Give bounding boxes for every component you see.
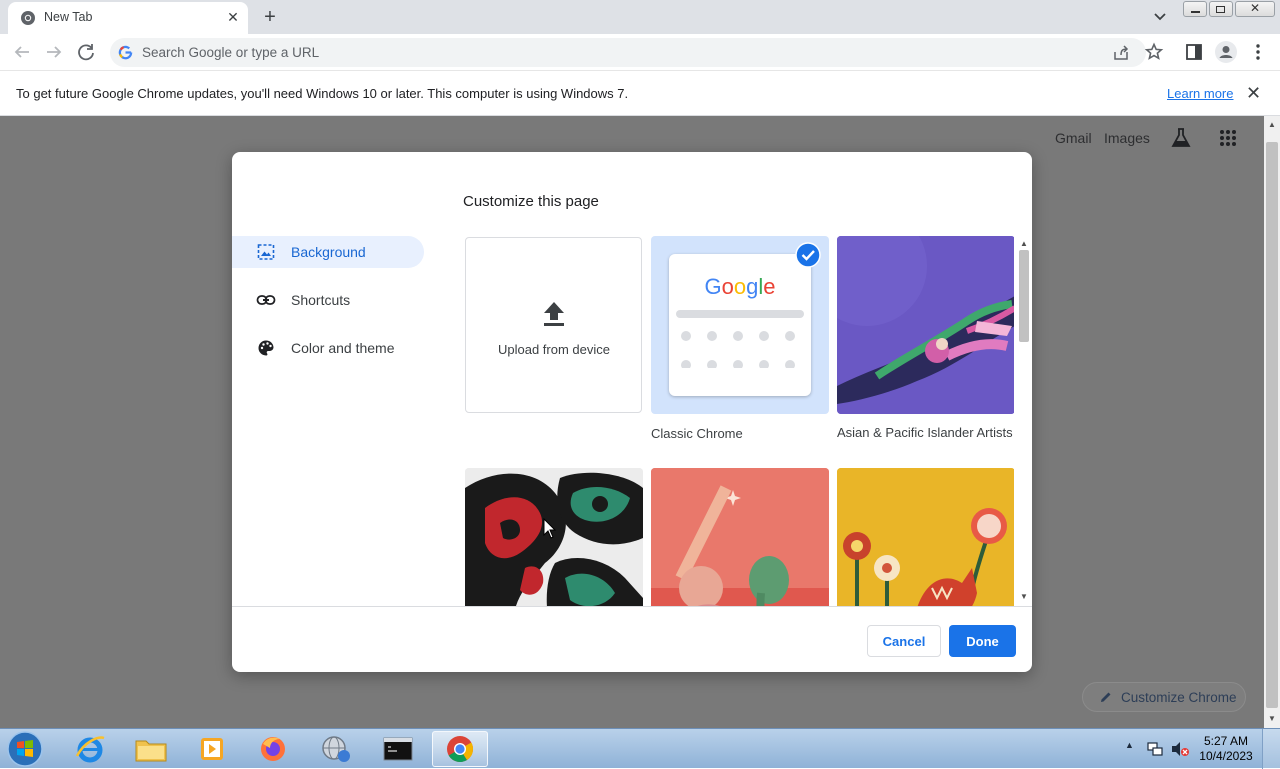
dialog-scroll-down-icon[interactable]: ▼ [1020, 592, 1028, 601]
infobar-close-icon[interactable]: ✕ [1246, 83, 1261, 104]
asian-pacific-islander-artists-tile[interactable] [837, 236, 1014, 414]
back-icon[interactable] [10, 40, 34, 64]
upload-label: Upload from device [498, 342, 610, 357]
taskbar-network-tool[interactable] [308, 731, 364, 767]
flowers-art-image [837, 468, 1014, 606]
tab-search-chevron-icon[interactable] [1150, 8, 1170, 26]
dialog-scroll-up-icon[interactable]: ▲ [1020, 239, 1028, 248]
menu-item-shortcuts[interactable]: Shortcuts [232, 284, 424, 316]
page-scroll-thumb[interactable] [1266, 142, 1278, 708]
network-globe-icon [322, 736, 350, 762]
close-window-button[interactable]: ✕ [1235, 1, 1275, 17]
new-tab-button[interactable]: + [258, 5, 282, 29]
taskbar-file-explorer[interactable] [124, 731, 180, 767]
image-icon [257, 244, 275, 260]
classic-chrome-tile[interactable]: Google [651, 236, 829, 414]
upload-from-device-tile[interactable]: Upload from device [465, 237, 642, 413]
taskbar-chrome[interactable] [432, 731, 488, 767]
flowers-art-tile[interactable] [837, 468, 1014, 606]
forward-icon[interactable] [42, 40, 66, 64]
artwork-dragon-image [837, 236, 1014, 414]
gmail-link[interactable]: Gmail [1055, 130, 1092, 146]
google-logo: Google [704, 274, 776, 299]
illustration-friends-tile[interactable] [651, 468, 829, 606]
dialog-scrollbar[interactable]: ▲ ▼ [1017, 236, 1031, 606]
tile-label-classic-chrome: Classic Chrome [651, 426, 743, 441]
taskbar-command-prompt[interactable] [370, 731, 426, 767]
volume-muted-icon[interactable] [1170, 740, 1190, 758]
page-scrollbar[interactable]: ▲ ▼ [1264, 116, 1280, 728]
show-hidden-icons-arrow[interactable]: ▲ [1125, 740, 1134, 750]
dialog-title: Customize this page [463, 193, 599, 210]
media-player-icon [201, 738, 223, 760]
tab-new-tab[interactable]: New Tab ✕ [8, 2, 248, 34]
palette-icon [258, 340, 274, 356]
chrome-icon [21, 11, 35, 25]
chrome-taskbar-icon [447, 736, 474, 763]
menu-item-label: Color and theme [291, 340, 395, 356]
taskbar-media-player[interactable] [184, 731, 240, 767]
restore-button[interactable] [1209, 1, 1233, 17]
shortcut-dots [681, 331, 795, 368]
done-button[interactable]: Done [949, 625, 1016, 657]
labs-flask-icon[interactable] [1170, 126, 1192, 150]
side-panel-icon[interactable] [1184, 42, 1204, 62]
illustration-friends-image [651, 468, 829, 606]
selected-check-icon [795, 242, 821, 268]
taskbar-internet-explorer[interactable] [62, 731, 118, 767]
menu-item-label: Shortcuts [291, 292, 351, 308]
show-desktop-button[interactable] [1262, 729, 1280, 769]
customize-chrome-button[interactable]: Customize Chrome [1082, 682, 1246, 712]
folder-icon [135, 740, 167, 762]
menu-item-color-and-theme[interactable]: Color and theme [232, 332, 424, 364]
classic-chrome-preview: Google [669, 254, 811, 396]
clock-date: 10/4/2023 [1199, 749, 1253, 763]
minimize-button[interactable] [1183, 1, 1207, 17]
dialog-scroll-thumb[interactable] [1019, 250, 1029, 342]
tab-strip: New Tab ✕ + ✕ [0, 0, 1280, 34]
upload-icon [544, 302, 564, 326]
omnibox[interactable]: Search Google or type a URL [110, 38, 1146, 67]
windows-start-icon[interactable] [4, 730, 46, 768]
windows-taskbar: ▲ 5:27 AM 10/4/2023 [0, 728, 1280, 769]
omnibox-placeholder: Search Google or type a URL [142, 45, 320, 60]
system-clock[interactable]: 5:27 AM 10/4/2023 [1196, 734, 1256, 764]
dialog-footer: Cancel Done [232, 606, 1032, 672]
menu-item-label: Background [291, 244, 366, 260]
apps-grid-icon[interactable] [1219, 129, 1237, 147]
firefox-icon [261, 737, 285, 761]
learn-more-link[interactable]: Learn more [1167, 86, 1233, 101]
toolbar: Search Google or type a URL [0, 34, 1280, 71]
scroll-down-arrow-icon[interactable]: ▼ [1268, 714, 1276, 723]
link-icon [256, 295, 276, 305]
internet-explorer-icon [75, 736, 105, 763]
taskbar-firefox[interactable] [246, 731, 302, 767]
network-tray-icon[interactable] [1146, 740, 1164, 758]
cancel-button[interactable]: Cancel [867, 625, 941, 657]
reload-icon[interactable] [74, 40, 98, 64]
command-prompt-icon [383, 737, 413, 761]
scroll-up-arrow-icon[interactable]: ▲ [1268, 120, 1276, 129]
tile-label-asian-pacific-islander-artists: Asian & Pacific Islander Artists [837, 425, 1013, 440]
menu-kebab-icon[interactable] [1248, 42, 1268, 62]
images-link[interactable]: Images [1104, 130, 1150, 146]
infobar-message: To get future Google Chrome updates, you… [16, 86, 629, 101]
google-g-icon [118, 45, 133, 60]
menu-item-background[interactable]: Background [232, 236, 424, 268]
background-grid: Upload from device Google Classic Chrome… [464, 236, 1014, 606]
customize-chrome-label: Customize Chrome [1121, 690, 1237, 705]
bookmark-star-icon[interactable] [1144, 42, 1164, 62]
share-icon[interactable] [1112, 44, 1130, 62]
search-bar-preview [676, 310, 804, 318]
update-infobar: To get future Google Chrome updates, you… [0, 71, 1280, 116]
pencil-icon [1101, 692, 1111, 702]
customize-dialog: Customize this page Background Shortcuts… [232, 152, 1032, 672]
profile-avatar-icon[interactable] [1214, 40, 1238, 64]
clock-time: 5:27 AM [1203, 734, 1249, 748]
mouse-cursor-icon [543, 518, 557, 539]
tab-title: New Tab [44, 10, 93, 24]
tab-close-icon[interactable]: ✕ [224, 8, 242, 26]
